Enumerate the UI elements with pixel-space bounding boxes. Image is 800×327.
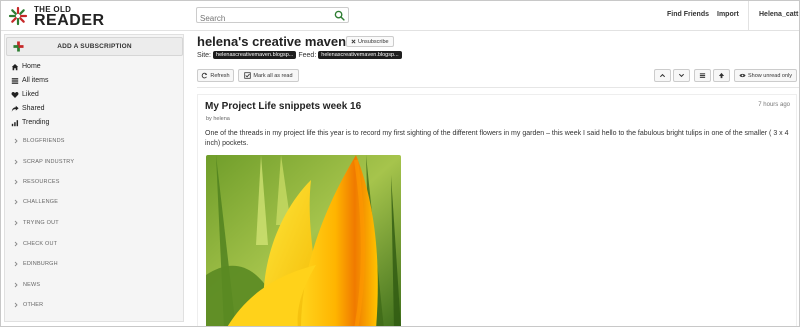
list-view-button[interactable] [694, 69, 711, 82]
feed-link[interactable]: helenascreativemaven.blogsp... [318, 51, 402, 59]
show-unread-only-label: Show unread only [747, 72, 793, 79]
scroll-top-button[interactable] [713, 69, 730, 82]
add-subscription-button[interactable]: ADD A SUBSCRIPTION [6, 37, 183, 56]
folder-news[interactable]: NEWS [13, 280, 40, 290]
sidebar-item-liked[interactable]: Liked [11, 89, 39, 100]
chevron-right-icon [14, 159, 18, 165]
sidebar-item-trending[interactable]: Trending [11, 117, 49, 128]
folder-scrap-industry[interactable]: SCRAP INDUSTRY [13, 157, 74, 167]
feed-meta: Site: helenascreativemaven.blogsp... Fee… [197, 51, 402, 59]
article-timestamp: 7 hours ago [758, 102, 790, 108]
folder-label: BLOGFRIENDS [23, 138, 65, 144]
list-icon [11, 77, 19, 84]
user-menu[interactable]: Helena_catt [759, 11, 798, 18]
sidebar-item-label: Trending [22, 119, 50, 126]
article-image[interactable] [206, 155, 401, 326]
chevron-right-icon [14, 220, 18, 226]
arrow-up-icon [718, 72, 725, 79]
sidebar-item-label: Liked [22, 91, 39, 98]
unsubscribe-button[interactable]: Unsubscribe [346, 36, 394, 47]
folder-label: TRYING OUT [23, 220, 59, 226]
sidebar-item-all-items[interactable]: All items [11, 75, 48, 86]
folder-other[interactable]: OTHER [13, 300, 43, 310]
folder-trying-out[interactable]: TRYING OUT [13, 218, 59, 228]
article-body: One of the threads in my project life th… [205, 130, 789, 147]
logo-icon [8, 6, 28, 26]
tulip-photo [206, 155, 401, 326]
chevron-right-icon [14, 302, 18, 308]
sidebar-item-shared[interactable]: Shared [11, 103, 45, 114]
folder-edinburgh[interactable]: EDINBURGH [13, 259, 58, 269]
trending-icon [11, 119, 19, 126]
sidebar: ADD A SUBSCRIPTION Home All items Liked … [4, 34, 184, 322]
search-input[interactable] [197, 11, 327, 26]
article-title[interactable]: My Project Life snippets week 16 [205, 101, 361, 112]
folder-check-out[interactable]: CHECK OUT [13, 239, 57, 249]
folder-label: OTHER [23, 302, 44, 308]
site-link[interactable]: helenascreativemaven.blogsp... [213, 51, 297, 59]
chevron-right-icon [14, 261, 18, 267]
folder-label: RESOURCES [23, 179, 60, 185]
article-author: by helena [206, 116, 230, 122]
search-box [196, 7, 349, 26]
chevron-right-icon [14, 282, 18, 288]
logo-text: READER [34, 12, 105, 29]
folder-label: EDINBURGH [23, 261, 58, 267]
chevron-right-icon [14, 199, 18, 205]
sidebar-item-home[interactable]: Home [11, 61, 41, 72]
add-subscription-label: ADD A SUBSCRIPTION [57, 43, 132, 50]
folder-label: CHALLENGE [23, 199, 59, 205]
checkbox-icon [244, 72, 252, 79]
chevron-up-icon [659, 73, 666, 78]
app-window: THE OLD READER Find Friends Import Helen… [0, 0, 800, 327]
search-icon[interactable] [334, 10, 345, 21]
refresh-icon [202, 72, 208, 79]
toolbar-divider [197, 87, 799, 88]
folder-label: SCRAP INDUSTRY [23, 159, 75, 165]
chevron-right-icon [14, 241, 18, 247]
list-view-icon [699, 73, 706, 78]
folder-resources[interactable]: RESOURCES [13, 177, 60, 187]
mark-all-read-button[interactable]: Mark all as read [238, 69, 299, 82]
mark-all-read-label: Mark all as read [253, 72, 293, 79]
home-icon [11, 63, 19, 70]
main-content: helena's creative maven Unsubscribe Site… [191, 31, 799, 326]
folder-label: CHECK OUT [23, 241, 58, 247]
heart-icon [11, 91, 19, 98]
show-unread-only-button[interactable]: Show unread only [734, 69, 797, 82]
previous-item-button[interactable] [654, 69, 671, 82]
sidebar-item-label: Shared [22, 105, 45, 112]
sidebar-item-label: Home [22, 63, 41, 70]
article-card: My Project Life snippets week 16 7 hours… [197, 94, 797, 326]
chevron-right-icon [14, 179, 18, 185]
logo[interactable]: THE OLD READER [7, 4, 117, 29]
top-bar: THE OLD READER Find Friends Import Helen… [1, 1, 799, 31]
eye-icon [739, 73, 746, 78]
feed-label: Feed: [298, 51, 317, 59]
folder-challenge[interactable]: CHALLENGE [13, 197, 58, 207]
unsubscribe-label: Unsubscribe [358, 38, 389, 45]
folder-blogfriends[interactable]: BLOGFRIENDS [13, 136, 65, 146]
refresh-button[interactable]: Refresh [197, 69, 234, 82]
find-friends-link[interactable]: Find Friends [667, 11, 709, 18]
sidebar-item-label: All items [22, 77, 49, 84]
chevron-right-icon [14, 138, 18, 144]
next-item-button[interactable] [673, 69, 690, 82]
refresh-label: Refresh [210, 72, 230, 79]
folder-label: NEWS [23, 282, 41, 288]
import-link[interactable]: Import [717, 11, 739, 18]
feed-title: helena's creative maven [197, 34, 347, 49]
share-icon [11, 105, 19, 112]
top-separator [748, 1, 749, 31]
chevron-down-icon [678, 73, 685, 78]
close-icon [351, 39, 356, 44]
site-label: Site: [197, 51, 212, 59]
